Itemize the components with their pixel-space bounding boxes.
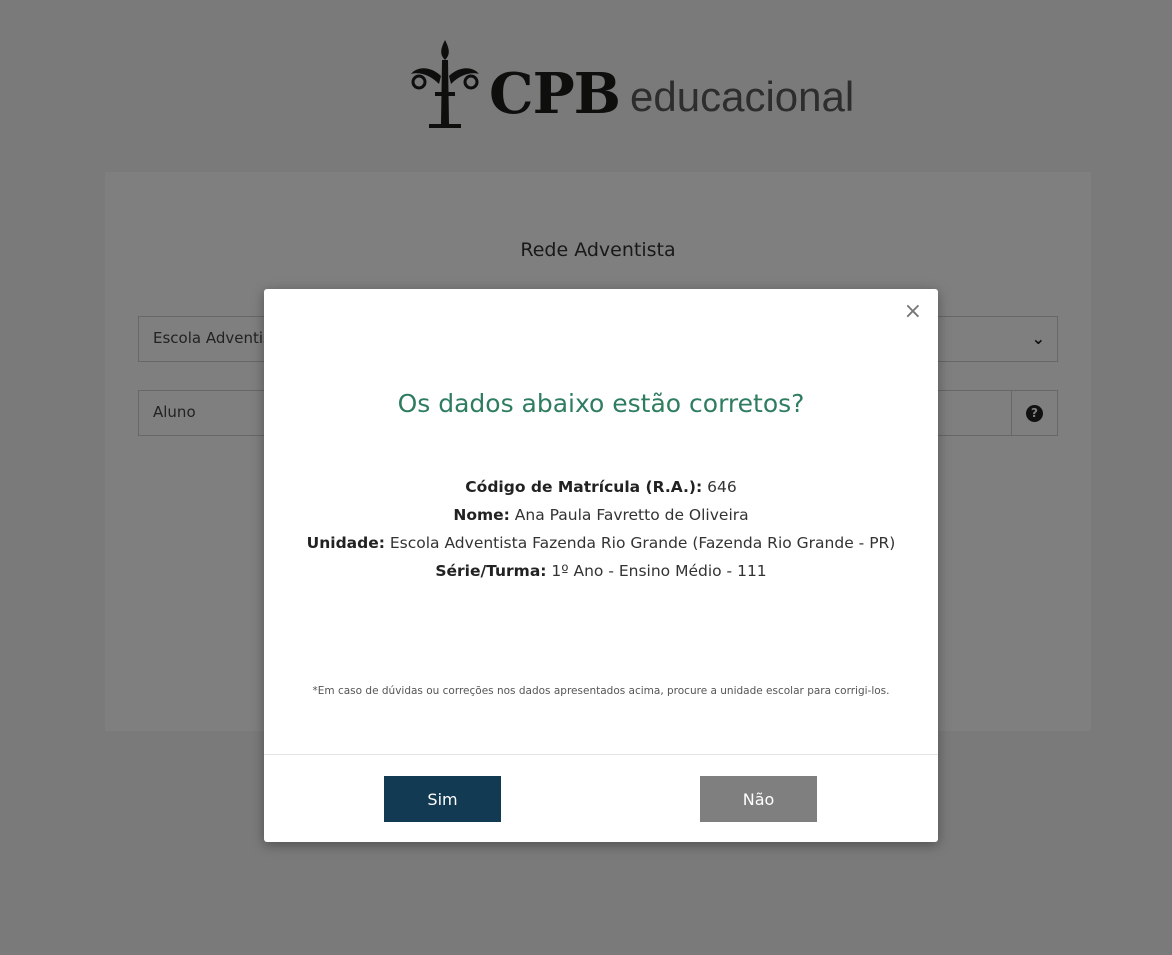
class-row: Série/Turma: 1º Ano - Ensino Médio - 111 — [284, 557, 918, 585]
name-value: Ana Paula Favretto de Oliveira — [509, 506, 749, 524]
no-button[interactable]: Não — [700, 776, 817, 822]
confirm-data-dialog: × Os dados abaixo estão corretos? Código… — [264, 289, 938, 842]
close-icon[interactable]: × — [904, 301, 922, 323]
ra-value: 646 — [702, 478, 737, 496]
name-label: Nome: — [453, 506, 510, 524]
dialog-heading: Os dados abaixo estão corretos? — [397, 389, 805, 418]
page: CPB educacional Rede Adventista Escola A… — [0, 0, 1172, 955]
unit-value: Escola Adventista Fazenda Rio Grande (Fa… — [384, 534, 896, 552]
unit-row: Unidade: Escola Adventista Fazenda Rio G… — [284, 529, 918, 557]
ra-label: Código de Matrícula (R.A.): — [465, 478, 703, 496]
name-row: Nome: Ana Paula Favretto de Oliveira — [284, 501, 918, 529]
ra-row: Código de Matrícula (R.A.): 646 — [284, 473, 918, 501]
yes-button[interactable]: Sim — [384, 776, 501, 822]
class-label: Série/Turma: — [435, 562, 547, 580]
unit-label: Unidade: — [306, 534, 385, 552]
class-value: 1º Ano - Ensino Médio - 111 — [546, 562, 767, 580]
student-info: Código de Matrícula (R.A.): 646 Nome: An… — [284, 473, 918, 585]
correction-note: *Em caso de dúvidas ou correções nos dad… — [312, 685, 890, 697]
footer-divider — [264, 754, 938, 755]
